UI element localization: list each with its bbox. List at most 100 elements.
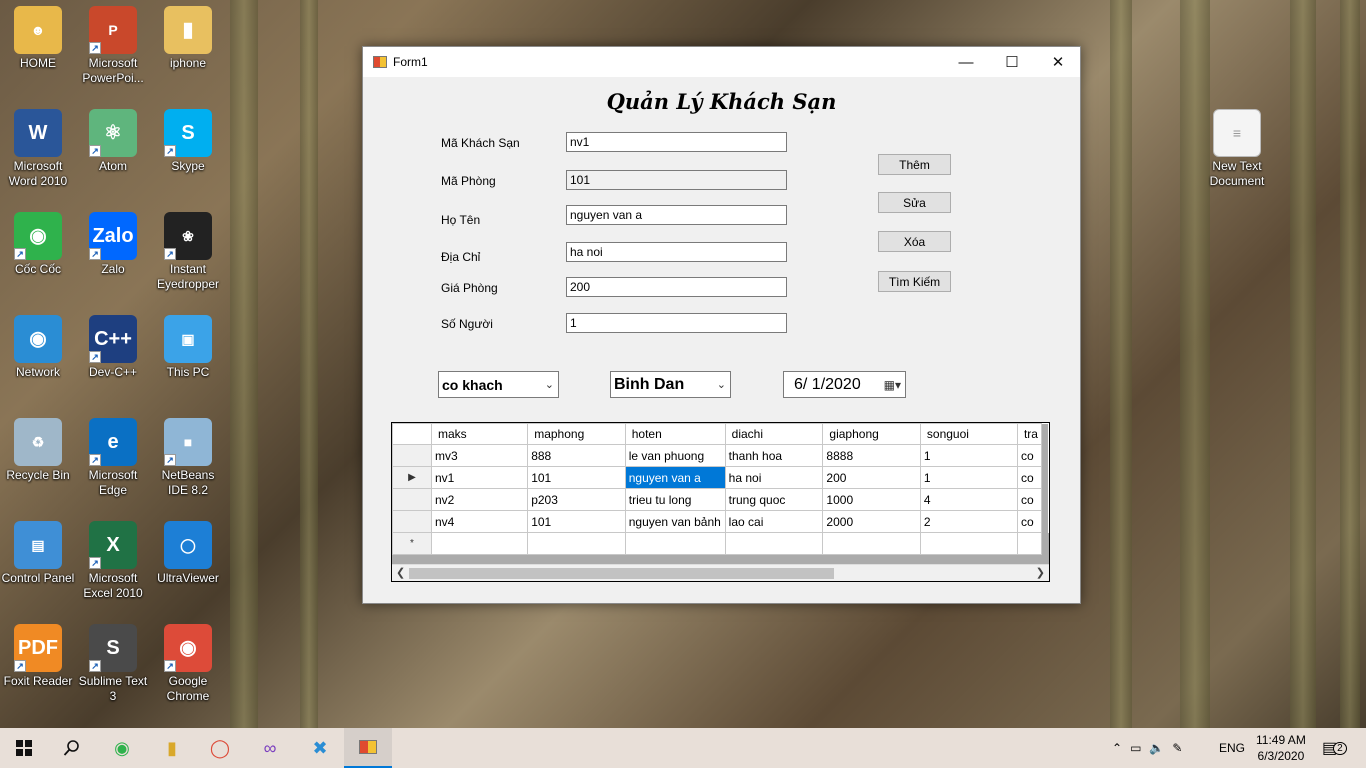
table-cell[interactable] xyxy=(724,532,824,555)
table-cell[interactable]: 4 xyxy=(919,488,1018,511)
column-header-hoten[interactable]: hoten xyxy=(624,423,726,445)
desktop-icon-network[interactable]: ◉ Network xyxy=(0,315,76,380)
table-cell[interactable]: 1 xyxy=(919,466,1018,489)
search-icon[interactable] xyxy=(48,728,96,768)
desktop-icon-chrome[interactable]: ◉ ↗ Google Chrome xyxy=(150,624,226,704)
volume-icon[interactable]: 🔈 xyxy=(1149,741,1164,755)
table-cell[interactable]: nv1 xyxy=(430,466,529,489)
new-row-indicator-icon[interactable]: * xyxy=(392,532,432,555)
calendar-icon[interactable]: ▦▾ xyxy=(884,378,901,392)
column-header-maks[interactable]: maks xyxy=(430,423,529,445)
hotel-id-input[interactable] xyxy=(566,132,787,152)
table-row[interactable]: nv2 p203 trieu tu long trung quoc 1000 4 co xyxy=(392,488,1049,511)
maximize-button[interactable]: ☐ xyxy=(989,47,1035,77)
column-header-tra[interactable]: tra xyxy=(1016,423,1043,445)
file-explorer-icon[interactable]: ▮ xyxy=(148,728,196,768)
clock[interactable]: 11:49 AM 6/3/2020 xyxy=(1256,728,1306,768)
table-cell[interactable]: co xyxy=(1016,510,1043,533)
scroll-right-icon[interactable]: ❯ xyxy=(1036,566,1045,579)
start-windows-icon[interactable] xyxy=(0,728,48,768)
desktop-icon-word[interactable]: W Microsoft Word 2010 xyxy=(0,109,76,189)
fullname-input[interactable] xyxy=(566,205,787,225)
chevron-down-icon[interactable]: ⌄ xyxy=(545,378,554,391)
data-grid[interactable]: maks maphong hoten diachi giaphong songuoi tra… xyxy=(391,422,1050,582)
status-combobox[interactable]: co khach ⌄ xyxy=(438,371,559,398)
edit-button[interactable]: Sửa xyxy=(878,192,951,213)
column-header-diachi[interactable]: diachi xyxy=(724,423,824,445)
table-cell[interactable]: nv2 xyxy=(430,488,529,511)
desktop-icon-atom[interactable]: ⚛ ↗ Atom xyxy=(75,109,151,174)
table-cell[interactable]: p203 xyxy=(527,488,626,511)
scroll-left-icon[interactable]: ❮ xyxy=(396,566,405,579)
minimize-button[interactable]: — xyxy=(943,47,989,77)
date-picker[interactable]: 6/ 1/2020 ▦▾ xyxy=(783,371,906,398)
desktop-icon-powerpoint[interactable]: P ↗ Microsoft PowerPoi... xyxy=(75,6,151,86)
table-cell[interactable]: 1 xyxy=(919,444,1018,467)
new-row[interactable]: * xyxy=(392,532,1049,555)
notification-center-icon[interactable]: ▤ 2 xyxy=(1322,728,1347,768)
table-cell[interactable]: co xyxy=(1016,488,1043,511)
table-cell[interactable] xyxy=(919,532,1018,555)
battery-icon[interactable]: ▭ xyxy=(1130,741,1141,755)
column-header-songuoi[interactable]: songuoi xyxy=(919,423,1018,445)
row-header[interactable] xyxy=(392,488,432,511)
table-cell[interactable]: nv4 xyxy=(430,510,529,533)
table-cell[interactable]: 1000 xyxy=(822,488,921,511)
desktop-icon-edge[interactable]: e ↗ Microsoft Edge xyxy=(75,418,151,498)
table-cell[interactable] xyxy=(1016,532,1043,555)
pen-icon[interactable]: ✎ xyxy=(1172,741,1182,755)
title-bar[interactable]: Form1 — ☐ ✕ xyxy=(363,47,1080,77)
table-cell[interactable]: trung quoc xyxy=(724,488,824,511)
desktop-icon-zalo[interactable]: Zalo ↗ Zalo xyxy=(75,212,151,277)
table-cell[interactable]: le van phuong xyxy=(624,444,726,467)
language-indicator[interactable]: ENG xyxy=(1219,728,1245,768)
desktop-icon-netbeans[interactable]: ■ ↗ NetBeans IDE 8.2 xyxy=(150,418,226,498)
search-button[interactable]: Tìm Kiếm xyxy=(878,271,951,292)
table-cell[interactable]: 2000 xyxy=(822,510,921,533)
table-cell[interactable]: 200 xyxy=(822,466,921,489)
visual-studio-icon[interactable]: ∞ xyxy=(246,728,294,768)
table-cell[interactable] xyxy=(624,532,726,555)
desktop-icon-skype[interactable]: S ↗ Skype xyxy=(150,109,226,174)
table-row[interactable]: ▶ nv1 101 nguyen van a ha noi 200 1 co xyxy=(392,466,1049,489)
guest-count-input[interactable] xyxy=(566,313,787,333)
table-cell[interactable]: trieu tu long xyxy=(624,488,726,511)
table-cell[interactable]: co xyxy=(1016,466,1043,489)
desktop-icon-ultraviewer[interactable]: ◯ UltraViewer xyxy=(150,521,226,586)
table-cell[interactable]: ha noi xyxy=(724,466,824,489)
desktop-icon-eyedropper[interactable]: ❀ ↗ Instant Eyedropper xyxy=(150,212,226,292)
address-input[interactable] xyxy=(566,242,787,262)
desktop-icon-folder[interactable]: ▮ iphone xyxy=(150,6,226,71)
grid-corner-cell[interactable] xyxy=(392,423,432,445)
chevron-up-icon[interactable]: ⌃ xyxy=(1112,741,1122,755)
close-button[interactable]: ✕ xyxy=(1035,47,1081,77)
table-cell[interactable]: 888 xyxy=(527,444,626,467)
add-button[interactable]: Thêm xyxy=(878,154,951,175)
table-cell[interactable]: nguyen van bảnh xyxy=(624,510,726,533)
desktop-icon-recycle-bin[interactable]: ♻ Recycle Bin xyxy=(0,418,76,483)
table-cell[interactable]: 101 xyxy=(527,466,626,489)
desktop-icon-foxit[interactable]: PDF ↗ Foxit Reader xyxy=(0,624,76,689)
desktop-icon-sublime[interactable]: S ↗ Sublime Text 3 xyxy=(75,624,151,704)
table-cell[interactable]: thanh hoa xyxy=(724,444,824,467)
row-header[interactable] xyxy=(392,510,432,533)
table-row[interactable]: mv3 888 le van phuong thanh hoa 8888 1 co xyxy=(392,444,1049,467)
room-type-combobox[interactable]: Binh Dan ⌄ xyxy=(610,371,731,398)
desktop-icon-excel[interactable]: X ↗ Microsoft Excel 2010 xyxy=(75,521,151,601)
delete-button[interactable]: Xóa xyxy=(878,231,951,252)
table-cell[interactable]: mv3 xyxy=(430,444,529,467)
table-cell[interactable] xyxy=(822,532,921,555)
horizontal-scrollbar[interactable]: ❮ ❯ xyxy=(392,564,1049,581)
table-cell[interactable] xyxy=(527,532,626,555)
table-cell[interactable]: 101 xyxy=(527,510,626,533)
desktop-icon-control-panel[interactable]: ▤ Control Panel xyxy=(0,521,76,586)
room-id-input[interactable] xyxy=(566,170,787,190)
desktop-icon-text-file[interactable]: ≡ New Text Document xyxy=(1199,109,1275,189)
desktop-icon-coccoc[interactable]: ◉ ↗ Cốc Cốc xyxy=(0,212,76,277)
column-header-giaphong[interactable]: giaphong xyxy=(822,423,921,445)
current-row-indicator-icon[interactable]: ▶ xyxy=(392,466,432,489)
chevron-down-icon[interactable]: ⌄ xyxy=(717,378,726,391)
table-row[interactable]: nv4 101 nguyen van bảnh lao cai 2000 2 co xyxy=(392,510,1049,533)
coccoc-taskbar-icon[interactable]: ◉ xyxy=(98,728,146,768)
column-header-maphong[interactable]: maphong xyxy=(527,423,626,445)
